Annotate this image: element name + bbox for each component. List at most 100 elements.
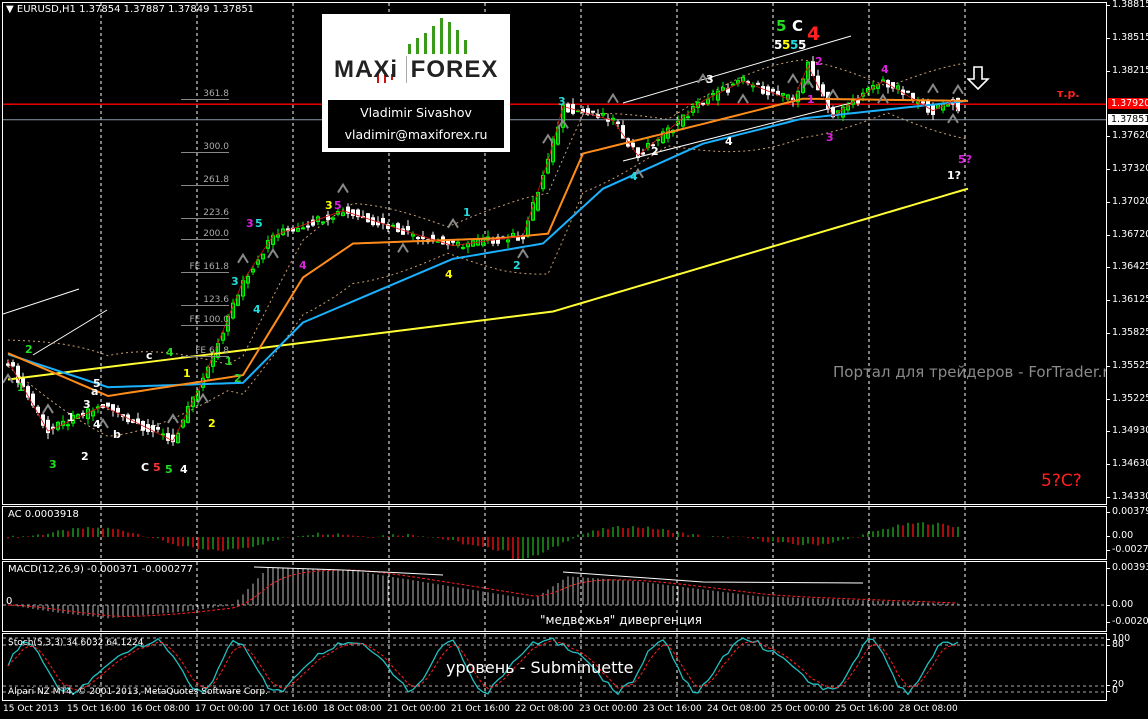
- price-axis[interactable]: 1.38815 1.38515 1.38215 1.37620 1.37320 1.370…: [1106, 0, 1148, 505]
- divergence-annotation: "медвежья" дивергенция: [540, 613, 703, 627]
- wave-label: 3: [706, 73, 714, 86]
- wave-degree-label: 5: [798, 38, 807, 52]
- candle: [381, 213, 385, 230]
- price-tick: 1.36425: [1106, 261, 1148, 272]
- wave-label: 2: [234, 372, 242, 385]
- candle: [571, 98, 575, 116]
- candle: [786, 93, 790, 103]
- wave-label: 1: [183, 367, 191, 380]
- trend-line: [32, 309, 108, 356]
- symbol-label: EURUSD,H1: [16, 4, 76, 15]
- logo-text-forex: FOREX: [405, 56, 499, 83]
- wave-label: 4: [93, 418, 101, 431]
- candle: [481, 234, 485, 248]
- wave-label: 1?: [947, 169, 962, 182]
- time-tick: 17 Oct 00:00: [195, 704, 254, 714]
- wave-label: 5: [255, 217, 263, 230]
- fractal-icon: [447, 217, 459, 229]
- price-tick: 1.34330: [1106, 491, 1148, 502]
- time-tick: 25 Oct 16:00: [835, 704, 894, 714]
- time-tick: 21 Oct 16:00: [451, 704, 510, 714]
- candle: [161, 428, 165, 440]
- time-tick: 28 Oct 08:00: [899, 704, 958, 714]
- candle: [156, 422, 160, 433]
- logo-text-maxi: MAXi: [334, 56, 398, 83]
- candle: [341, 207, 345, 217]
- candle: [476, 234, 480, 247]
- wave-label: 3: [246, 217, 254, 230]
- trend-line: [3, 288, 80, 315]
- price-tick: 1.35825: [1106, 327, 1148, 338]
- time-axis[interactable]: 15 Oct 2013 15 Oct 16:00 16 Oct 08:00 17 Oc…: [0, 702, 1148, 719]
- fractal-icon: [237, 252, 249, 264]
- arrow-down-icon: [967, 66, 990, 91]
- copyright-label: Alpari NZ MT4, © 2001-2013, MetaQuotes S…: [8, 687, 268, 697]
- candle: [421, 231, 425, 245]
- wave-label: b: [113, 428, 121, 441]
- price-tick: 1.35225: [1106, 393, 1148, 404]
- wave-label: 3: [558, 95, 566, 108]
- author-email: vladimir@maxiforex.ru: [344, 127, 488, 142]
- bid-price-tag: 1.37851: [1108, 113, 1148, 125]
- candle: [431, 231, 435, 244]
- fractal-icon: [167, 413, 179, 424]
- fib-level: FE 61.8: [181, 346, 229, 358]
- price-tick: 1.38515: [1106, 32, 1148, 43]
- candle: [506, 234, 510, 249]
- candle: [166, 427, 170, 445]
- candle: [261, 253, 265, 264]
- collapse-triangle-icon[interactable]: ▼: [6, 4, 14, 15]
- wave-label: 4: [166, 346, 174, 359]
- ac-label: AC 0.0003918: [8, 509, 79, 520]
- time-tick: 16 Oct 08:00: [131, 704, 190, 714]
- price-tick: 1.37620: [1106, 130, 1148, 141]
- fractal-icon: [827, 88, 839, 99]
- fractal-icon: [267, 247, 279, 259]
- price-tick: 1.35525: [1106, 360, 1148, 371]
- candle: [886, 79, 890, 94]
- macd-axis: 0.0039380.00-0.002095: [1106, 561, 1148, 632]
- level-price-tag: 1.37920: [1108, 98, 1148, 110]
- stochastic-indicator-pane[interactable]: Stoch(5,3,3) 34.6032 64.1224 уровень - S…: [2, 633, 1107, 701]
- wave-label: 3: [49, 458, 57, 471]
- candle: [766, 84, 770, 100]
- candle: [151, 420, 155, 438]
- wave-label: 1: [463, 206, 471, 219]
- wave-label: 4: [445, 268, 453, 281]
- candle: [906, 90, 910, 94]
- wave-label: 5?: [958, 153, 973, 166]
- ac-axis: 0.0037950.00-0.002717: [1106, 506, 1148, 560]
- candle: [611, 114, 615, 125]
- price-chart: [3, 3, 1106, 504]
- fractal-icon: [607, 92, 619, 104]
- wave-label: 5: [165, 463, 173, 476]
- fib-level: 300.0: [181, 142, 229, 154]
- candle: [756, 80, 760, 86]
- time-tick: 25 Oct 00:00: [771, 704, 830, 714]
- wave-degree-label: 5: [776, 17, 787, 35]
- price-tick: 1.37020: [1106, 196, 1148, 207]
- time-tick: 22 Oct 08:00: [515, 704, 574, 714]
- price-tick: 1.34630: [1106, 458, 1148, 469]
- time-tick: 18 Oct 08:00: [323, 704, 382, 714]
- wave-label: 4: [725, 135, 733, 148]
- forecast-label: 5?C?: [1041, 471, 1082, 491]
- wave-label: 1: [17, 381, 25, 394]
- fractal-icon: [927, 82, 939, 94]
- price-tick: 1.36125: [1106, 294, 1148, 305]
- macd-indicator-pane[interactable]: MACD(12,26,9) -0.000371 -0.000277 0 "мед…: [2, 561, 1107, 632]
- candle: [346, 203, 350, 219]
- price-tick: 1.34930: [1106, 425, 1148, 436]
- wave-label: C: [141, 461, 150, 474]
- wave-label: 2: [208, 417, 216, 430]
- fib-level: 123.6: [181, 295, 229, 306]
- candle: [286, 225, 290, 237]
- fractal-icon: [517, 247, 529, 259]
- fractal-icon: [337, 182, 349, 194]
- wave-label: 1: [225, 355, 233, 368]
- candle: [751, 82, 755, 92]
- candle: [391, 222, 395, 227]
- ac-indicator-pane[interactable]: AC 0.0003918: [2, 506, 1107, 560]
- main-chart-pane[interactable]: ▼ EURUSD,H1 1.37854 1.37887 1.37849 1.37…: [2, 2, 1107, 505]
- price-tick: 1.37320: [1106, 163, 1148, 174]
